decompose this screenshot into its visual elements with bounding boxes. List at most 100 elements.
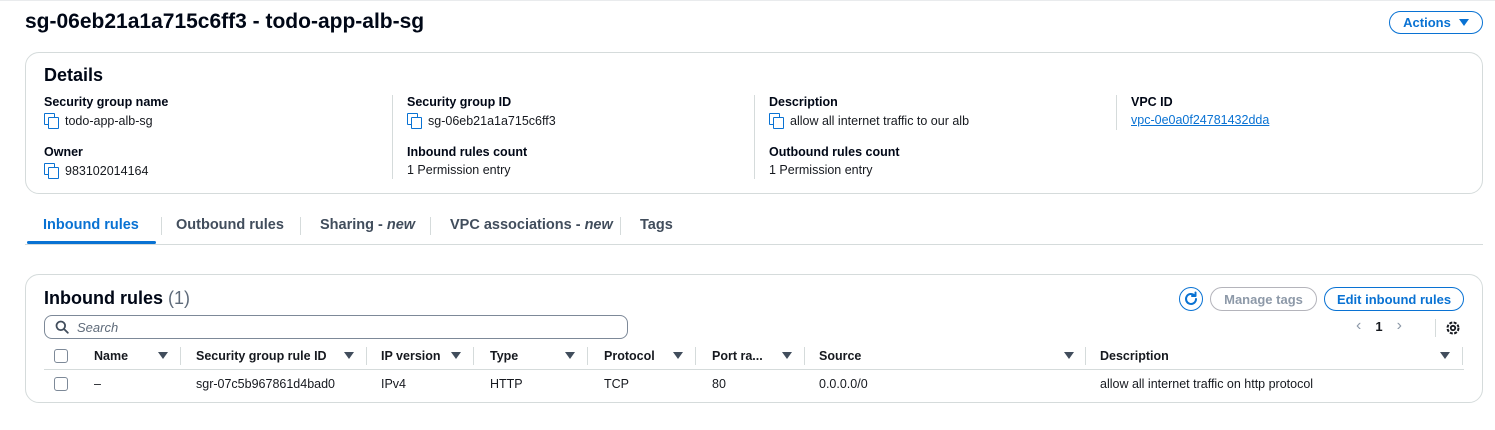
column-resizer[interactable] <box>1462 347 1463 365</box>
prev-page-icon[interactable]: ‹ <box>1356 317 1361 335</box>
divider <box>754 95 755 179</box>
field-label: Description <box>769 95 838 109</box>
field-label: VPC ID <box>1131 95 1173 109</box>
table-header-divider <box>44 369 1464 370</box>
field-label: Owner <box>44 145 83 159</box>
tab-divider <box>620 217 621 235</box>
caret-down-icon <box>1458 19 1469 26</box>
field-value: todo-app-alb-sg <box>65 113 153 128</box>
cell-type: HTTP <box>490 377 523 391</box>
tab-inbound-rules[interactable]: Inbound rules <box>43 217 139 233</box>
column-header-port-range[interactable]: Port ra... <box>712 349 763 363</box>
cell-ip-version: IPv4 <box>381 377 407 391</box>
column-resizer[interactable] <box>473 347 474 365</box>
cell-protocol: TCP <box>604 377 629 391</box>
refresh-button[interactable] <box>1179 287 1203 311</box>
tab-sharing-label: Sharing - <box>320 217 387 233</box>
refresh-icon <box>1185 291 1197 305</box>
tab-tags[interactable]: Tags <box>640 217 673 233</box>
field-label: Outbound rules count <box>769 145 900 159</box>
rules-count: (1) <box>168 288 191 308</box>
inbound-rules-title: Inbound rules <box>44 288 163 308</box>
column-resizer[interactable] <box>587 347 588 365</box>
column-header-name[interactable]: Name <box>94 349 128 363</box>
divider <box>1435 319 1436 337</box>
cell-port-range: 80 <box>712 377 726 391</box>
sort-icon[interactable] <box>565 352 575 359</box>
next-page-icon[interactable]: › <box>1397 317 1402 335</box>
sort-icon[interactable] <box>344 352 354 359</box>
tab-sharing[interactable]: Sharing - new <box>320 217 415 233</box>
field-vpc-id: VPC ID vpc-0e0a0f24781432dda <box>1131 95 1269 127</box>
field-label: Security group ID <box>407 95 512 109</box>
vpc-id-link[interactable]: vpc-0e0a0f24781432dda <box>1131 113 1269 127</box>
page-number[interactable]: 1 <box>1375 319 1382 334</box>
search-input[interactable] <box>77 319 597 335</box>
tab-outbound-rules[interactable]: Outbound rules <box>176 217 284 233</box>
field-value: 1 Permission entry <box>407 163 511 177</box>
copy-icon[interactable] <box>44 113 59 129</box>
column-resizer[interactable] <box>695 347 696 365</box>
sort-icon[interactable] <box>1440 352 1450 359</box>
field-label: Inbound rules count <box>407 145 528 159</box>
cell-rule-id: sgr-07c5b967861d4bad0 <box>196 377 336 391</box>
field-outbound-rules-count: Outbound rules count 1 Permission entry <box>769 145 900 177</box>
sort-icon[interactable] <box>451 352 461 359</box>
field-owner: Owner 983102014164 <box>44 145 149 179</box>
column-resizer[interactable] <box>180 347 181 365</box>
tab-vpc-associations-label: VPC associations - <box>450 217 585 233</box>
column-resizer[interactable] <box>804 347 805 365</box>
tab-vpc-associations[interactable]: VPC associations - new <box>450 217 613 233</box>
column-header-protocol[interactable]: Protocol <box>604 349 655 363</box>
inbound-rules-heading: Inbound rules (1) <box>44 288 190 309</box>
sort-icon[interactable] <box>673 352 683 359</box>
row-checkbox[interactable] <box>54 377 68 391</box>
new-tag: new <box>584 217 613 233</box>
tab-bar: Inbound rules Outbound rules Sharing - n… <box>25 209 1483 245</box>
search-field[interactable] <box>44 315 628 339</box>
cell-name: – <box>94 377 101 391</box>
column-header-rule-id[interactable]: Security group rule ID <box>196 349 327 363</box>
details-panel: Details Security group name todo-app-alb… <box>25 52 1483 194</box>
cell-source: 0.0.0.0/0 <box>819 377 868 391</box>
column-resizer[interactable] <box>366 347 367 365</box>
copy-icon[interactable] <box>407 113 422 129</box>
column-header-description[interactable]: Description <box>1100 349 1169 363</box>
column-resizer[interactable] <box>1085 347 1086 365</box>
sort-icon[interactable] <box>158 352 168 359</box>
copy-icon[interactable] <box>769 113 784 129</box>
field-security-group-id: Security group ID sg-06eb21a1a715c6ff3 <box>407 95 556 129</box>
field-value: sg-06eb21a1a715c6ff3 <box>428 113 556 128</box>
copy-icon[interactable] <box>44 163 59 179</box>
edit-inbound-rules-button[interactable]: Edit inbound rules <box>1324 287 1464 311</box>
field-inbound-rules-count: Inbound rules count 1 Permission entry <box>407 145 527 177</box>
sort-icon[interactable] <box>782 352 792 359</box>
divider <box>392 95 393 179</box>
field-label: Security group name <box>44 95 169 109</box>
search-icon <box>55 320 69 334</box>
column-header-type[interactable]: Type <box>490 349 518 363</box>
tab-divider <box>161 217 162 235</box>
inbound-rules-panel: Inbound rules (1) Manage tags Edit inbou… <box>25 274 1483 403</box>
field-value: 1 Permission entry <box>769 163 873 177</box>
divider <box>1116 95 1117 130</box>
details-heading: Details <box>44 65 104 85</box>
manage-tags-button[interactable]: Manage tags <box>1210 287 1317 311</box>
actions-label: Actions <box>1403 15 1451 30</box>
page-title: sg-06eb21a1a715c6ff3 - todo-app-alb-sg <box>25 10 425 33</box>
gear-icon[interactable] <box>1444 319 1462 337</box>
tab-divider <box>430 217 431 235</box>
cell-description: allow all internet traffic on http proto… <box>1100 377 1314 391</box>
new-tag: new <box>386 217 416 233</box>
select-all-checkbox[interactable] <box>54 349 68 363</box>
field-value: allow all internet traffic to our alb <box>790 113 970 128</box>
sort-icon[interactable] <box>1064 352 1074 359</box>
actions-button[interactable]: Actions <box>1389 11 1483 34</box>
tab-divider <box>300 217 301 235</box>
pagination: ‹ 1 › <box>1356 317 1402 335</box>
field-security-group-name: Security group name todo-app-alb-sg <box>44 95 169 129</box>
field-value: 983102014164 <box>65 163 149 178</box>
column-header-ip-version[interactable]: IP version <box>381 349 441 363</box>
column-header-source[interactable]: Source <box>819 349 861 363</box>
active-tab-indicator <box>27 241 156 244</box>
